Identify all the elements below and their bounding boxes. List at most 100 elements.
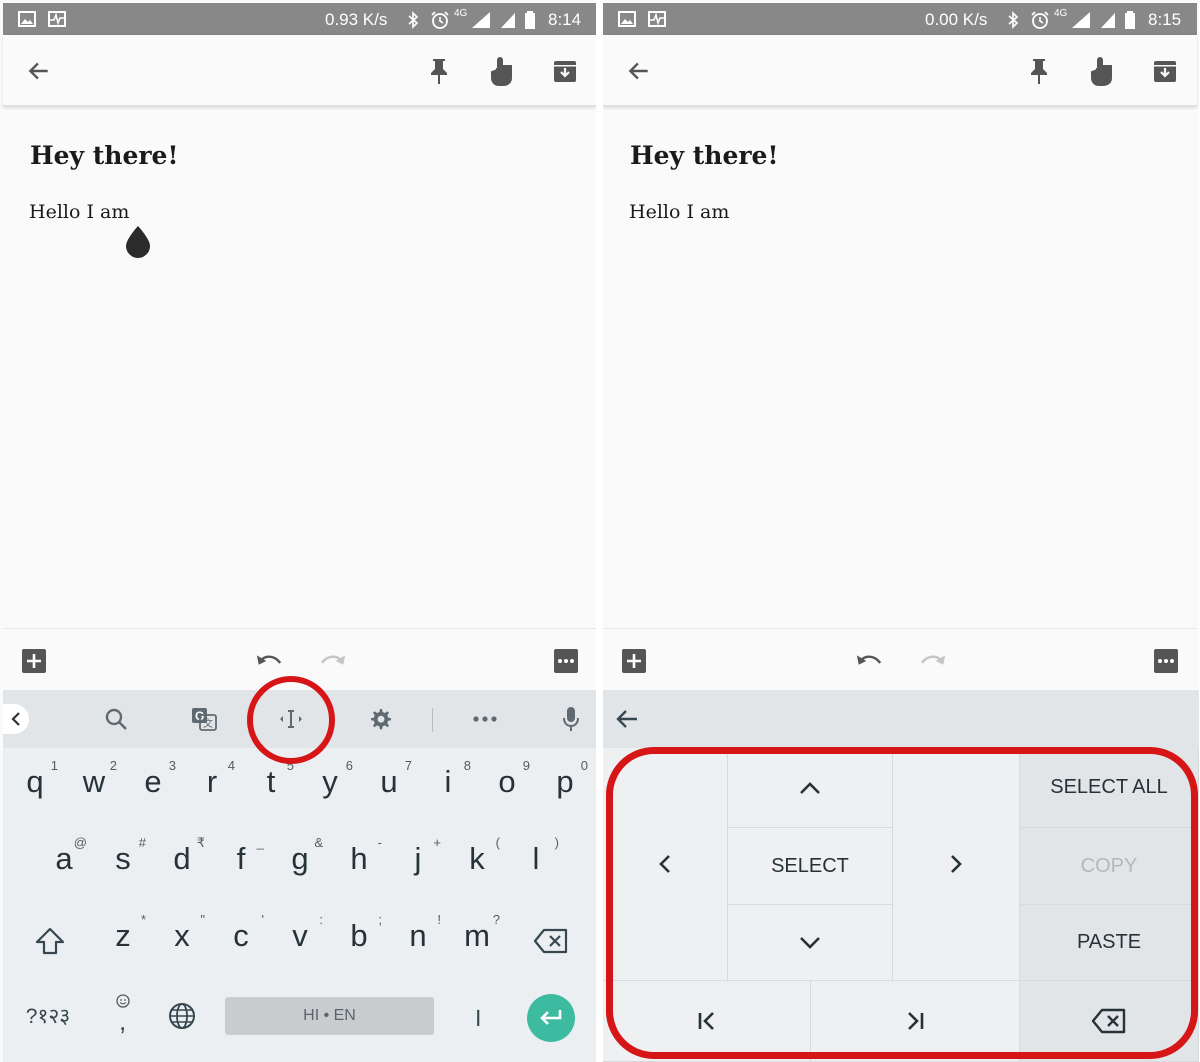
battery-icon xyxy=(525,11,535,29)
key-e[interactable]: 3e xyxy=(125,758,181,818)
key-label: t xyxy=(266,764,276,799)
key-j[interactable]: + j xyxy=(390,835,446,895)
symbols-key[interactable]: ?१२३ xyxy=(9,994,87,1038)
key-label: d xyxy=(173,841,191,876)
pin-icon xyxy=(1031,59,1047,84)
reminder-icon xyxy=(491,57,512,86)
note-title[interactable]: Hey there! xyxy=(630,141,778,170)
archive-button[interactable] xyxy=(549,55,581,87)
key-c[interactable]: ' c xyxy=(213,912,269,972)
comma-key[interactable]: , xyxy=(103,990,143,1042)
globe-icon xyxy=(169,1003,195,1029)
pin-icon xyxy=(431,59,447,84)
collapse-strip-button[interactable] xyxy=(3,704,29,734)
more-options-button[interactable] xyxy=(1152,647,1180,675)
add-button[interactable] xyxy=(20,647,48,675)
cursor-handle-icon[interactable] xyxy=(124,225,152,259)
key-t[interactable]: 5t xyxy=(243,758,299,818)
key-q[interactable]: 1q xyxy=(7,758,63,818)
key-label: v xyxy=(292,918,308,953)
network-type: 4G xyxy=(1054,8,1068,19)
enter-key[interactable] xyxy=(527,994,575,1042)
key-label: l xyxy=(532,841,540,876)
back-arrow-icon xyxy=(616,710,637,728)
key-w[interactable]: 2w xyxy=(66,758,122,818)
key-h[interactable]: -h xyxy=(331,835,387,895)
key-label: e xyxy=(144,764,162,799)
reminder-button[interactable] xyxy=(486,55,518,87)
add-button[interactable] xyxy=(620,647,648,675)
undo-button[interactable] xyxy=(855,647,883,675)
redo-button[interactable] xyxy=(919,647,947,675)
key-r[interactable]: 4r xyxy=(184,758,240,818)
note-body[interactable]: Hello I am xyxy=(629,201,729,223)
key-g[interactable]: & g xyxy=(272,835,328,895)
space-bar[interactable]: HI • EN xyxy=(225,997,434,1035)
reminder-button[interactable] xyxy=(1086,55,1118,87)
key-l[interactable]: ) l xyxy=(508,835,564,895)
key-k[interactable]: (k xyxy=(449,835,505,895)
enter-icon xyxy=(540,1010,562,1025)
key-label: y xyxy=(322,764,338,799)
key-b[interactable]: ; b xyxy=(331,912,387,972)
key-label: o xyxy=(498,764,516,799)
status-bar: 0.93 K/s 4G 8:14 xyxy=(3,3,596,35)
key-m[interactable]: ? m xyxy=(449,912,505,972)
note-title[interactable]: Hey there! xyxy=(30,141,178,170)
more-options-button[interactable] xyxy=(552,647,580,675)
redo-icon xyxy=(920,655,946,665)
undo-button[interactable] xyxy=(255,647,283,675)
translate-button[interactable]: G文 xyxy=(189,704,219,734)
network-speed: 0.00 K/s xyxy=(925,10,988,29)
alarm-icon xyxy=(431,11,449,29)
key-x[interactable]: " x xyxy=(154,912,210,972)
key-d[interactable]: ₹ d xyxy=(154,835,210,895)
redo-button[interactable] xyxy=(319,647,347,675)
archive-button[interactable] xyxy=(1149,55,1181,87)
key-z[interactable]: * z xyxy=(95,912,151,972)
key-label: p xyxy=(556,764,574,799)
key-s[interactable]: # s xyxy=(95,835,151,895)
signal-icon xyxy=(472,12,490,28)
key-f[interactable]: _ f xyxy=(213,835,269,895)
key-label: j xyxy=(414,841,422,876)
key-u[interactable]: 7u xyxy=(361,758,417,818)
key-label: f xyxy=(236,841,246,876)
key-v[interactable]: :v xyxy=(272,912,328,972)
bluetooth-icon xyxy=(408,11,419,29)
close-editing-button[interactable] xyxy=(613,705,641,733)
pulse-icon xyxy=(48,11,66,27)
key-y[interactable]: 6y xyxy=(302,758,358,818)
backspace-key[interactable] xyxy=(525,914,577,968)
pin-button[interactable] xyxy=(1023,55,1055,87)
battery-icon xyxy=(1125,11,1135,29)
highlight-frame xyxy=(606,747,1198,1059)
shift-key[interactable] xyxy=(25,914,75,968)
period-key[interactable]: । xyxy=(458,994,496,1038)
bluetooth-icon xyxy=(1008,11,1019,29)
key-n[interactable]: ! n xyxy=(390,912,446,972)
archive-icon xyxy=(1154,61,1176,82)
back-button[interactable] xyxy=(23,55,55,87)
search-button[interactable] xyxy=(101,704,131,734)
note-body[interactable]: Hello I am xyxy=(29,201,129,223)
back-button[interactable] xyxy=(623,55,655,87)
add-box-icon xyxy=(622,649,646,673)
key-i[interactable]: 8i xyxy=(420,758,476,818)
image-icon xyxy=(618,11,636,27)
voice-input-button[interactable] xyxy=(556,704,586,734)
more-icon xyxy=(1154,649,1178,673)
key-a[interactable]: @ a xyxy=(36,835,92,895)
settings-button[interactable] xyxy=(365,704,395,734)
language-key[interactable] xyxy=(163,994,201,1038)
more-features-button[interactable] xyxy=(470,704,500,734)
mic-icon xyxy=(563,707,579,731)
left-screen: 0.93 K/s 4G 8:14 Hey there! Hello I am G… xyxy=(0,0,596,1062)
key-label: u xyxy=(380,764,398,799)
key-o[interactable]: 9o xyxy=(479,758,535,818)
translate-icon: G文 xyxy=(192,708,217,731)
pin-button[interactable] xyxy=(423,55,455,87)
key-label: n xyxy=(409,918,427,953)
network-type: 4G xyxy=(454,8,468,19)
key-p[interactable]: 0p xyxy=(537,758,593,818)
